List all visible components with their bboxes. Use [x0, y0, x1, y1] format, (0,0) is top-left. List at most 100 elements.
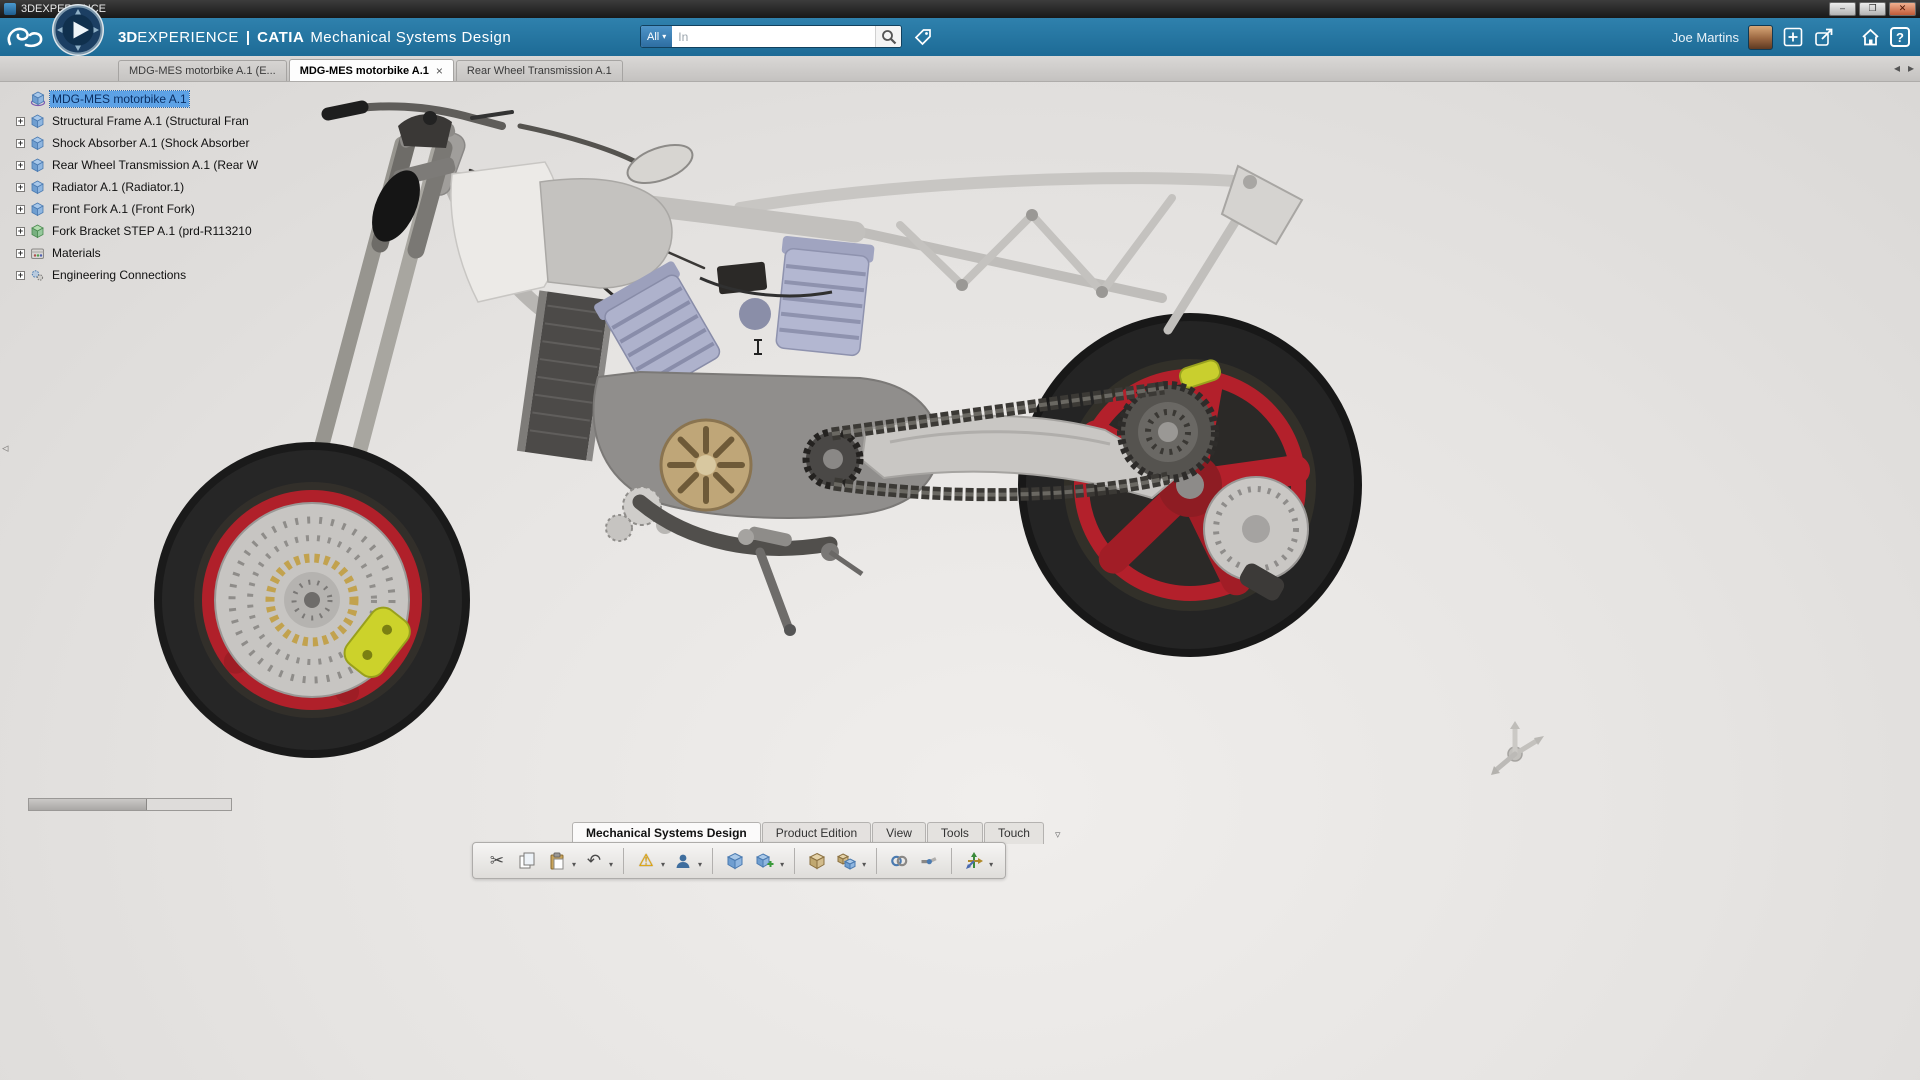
tree-item-label: Shock Absorber A.1 (Shock Absorber — [50, 135, 251, 151]
doc-tab-label: MDG-MES motorbike A.1 — [300, 65, 429, 77]
ibeam-cursor — [752, 338, 764, 361]
window-app-icon — [4, 3, 16, 15]
horizontal-scrollbar[interactable] — [28, 798, 232, 811]
product-icon — [30, 179, 46, 195]
toolbar-separator — [876, 848, 877, 874]
panel-collapse-chevron-icon[interactable]: ◃ — [2, 440, 9, 456]
paste-dropdown-caret-icon[interactable]: ▾ — [572, 860, 576, 869]
search-input[interactable] — [672, 30, 875, 44]
move-dropdown-caret-icon[interactable]: ▾ — [989, 860, 993, 869]
tree-item-label: Materials — [50, 245, 103, 261]
joint-icon — [920, 852, 938, 870]
share-button[interactable] — [1813, 26, 1835, 48]
tree-item-rear-wheel-transmission[interactable]: + Rear Wheel Transmission A.1 (Rear W — [16, 154, 258, 176]
update-button[interactable]: ⚠ — [632, 846, 660, 875]
person-icon — [674, 852, 692, 870]
ribbon-collapse-icon[interactable]: ▿ — [1055, 828, 1061, 844]
brand-catia: CATIA — [257, 29, 304, 46]
move-manipulate-button[interactable] — [960, 846, 988, 875]
motorbike-model[interactable] — [0, 82, 1920, 1080]
expand-icon[interactable]: + — [16, 139, 25, 148]
rear-wheel[interactable] — [1018, 313, 1362, 657]
cut-button[interactable]: ✂ — [483, 846, 511, 875]
tree-item-structural-frame[interactable]: + Structural Frame A.1 (Structural Fran — [16, 110, 258, 132]
avatar[interactable] — [1748, 25, 1773, 50]
user-area: Joe Martins ? — [1672, 18, 1910, 56]
insert-parts-button[interactable] — [833, 846, 861, 875]
search-button[interactable] — [875, 26, 901, 47]
expand-icon[interactable]: + — [16, 271, 25, 280]
parts-dropdown-caret-icon[interactable]: ▾ — [862, 860, 866, 869]
paste-button[interactable] — [543, 846, 571, 875]
home-icon — [1860, 27, 1881, 47]
tree-item-fork-bracket-step[interactable]: + Fork Bracket STEP A.1 (prd-R113210 — [16, 220, 258, 242]
tree-item-root[interactable]: MDG-MES motorbike A.1 — [16, 88, 258, 110]
undo-button[interactable]: ↶ — [580, 846, 608, 875]
toolbar-separator — [951, 848, 952, 874]
search-box[interactable]: All ▾ — [640, 25, 902, 48]
tag-button[interactable] — [912, 26, 934, 48]
document-tabbar: MDG-MES motorbike A.1 (E... MDG-MES moto… — [0, 56, 1920, 82]
front-wheel[interactable] — [154, 442, 470, 758]
product-icon — [30, 157, 46, 173]
ribbon-tab-mechanical-systems-design[interactable]: Mechanical Systems Design — [572, 822, 761, 844]
tree-item-radiator[interactable]: + Radiator A.1 (Radiator.1) — [16, 176, 258, 198]
new-product-button[interactable] — [751, 846, 779, 875]
undo-icon: ↶ — [587, 851, 601, 871]
ribbon-tab-touch[interactable]: Touch — [984, 822, 1044, 844]
home-button[interactable] — [1859, 26, 1881, 48]
add-content-button[interactable] — [1782, 26, 1804, 48]
update-dropdown-caret-icon[interactable]: ▾ — [661, 860, 665, 869]
move-axis-icon — [964, 851, 984, 871]
insert-product-button[interactable] — [721, 846, 749, 875]
chevron-down-icon: ▾ — [662, 32, 666, 41]
ribbon-tab-tools[interactable]: Tools — [927, 822, 983, 844]
3dexperience-compass-icon[interactable] — [50, 2, 106, 63]
maximize-button[interactable]: ❐ — [1859, 2, 1886, 16]
collaboration-dropdown-caret-icon[interactable]: ▾ — [698, 860, 702, 869]
view-navigation-widget-icon[interactable] — [1482, 714, 1548, 785]
3d-viewport[interactable]: MDG-MES motorbike A.1 + Structural Frame… — [0, 82, 1920, 1080]
search-filter-dropdown[interactable]: All ▾ — [641, 26, 672, 47]
tree-item-engineering-connections[interactable]: + Engineering Connections — [16, 264, 258, 286]
product-dropdown-caret-icon[interactable]: ▾ — [780, 860, 784, 869]
app-header: 3DEXPERIENCE | CATIA Mechanical Systems … — [0, 18, 1920, 56]
tree-item-materials[interactable]: + Materials — [16, 242, 258, 264]
tree-item-label: Rear Wheel Transmission A.1 (Rear W — [50, 157, 260, 173]
collaboration-button[interactable] — [669, 846, 697, 875]
ribbon-tab-view[interactable]: View — [872, 822, 926, 844]
tree-item-label: Engineering Connections — [50, 267, 188, 283]
dassault-3ds-logo-icon — [6, 24, 46, 55]
help-button[interactable]: ? — [1890, 27, 1910, 47]
engineering-connection-button[interactable] — [885, 846, 913, 875]
root-product-icon — [30, 91, 46, 107]
expand-icon[interactable]: + — [16, 227, 25, 236]
mechanism-joint-button[interactable] — [915, 846, 943, 875]
scrollbar-thumb[interactable] — [29, 799, 147, 810]
tab-scroll-right-icon[interactable]: ▸ — [1908, 61, 1914, 75]
ribbon-tab-product-edition[interactable]: Product Edition — [762, 822, 871, 844]
window-controls: – ❐ ✕ — [1829, 2, 1920, 16]
doc-tab-motorbike-explore[interactable]: MDG-MES motorbike A.1 (E... — [118, 60, 287, 81]
tree-item-front-fork[interactable]: + Front Fork A.1 (Front Fork) — [16, 198, 258, 220]
expand-icon[interactable]: + — [16, 117, 25, 126]
part-cube-icon — [808, 852, 826, 870]
expand-icon[interactable]: + — [16, 161, 25, 170]
doc-tab-label: MDG-MES motorbike A.1 (E... — [129, 65, 276, 77]
paste-icon — [548, 852, 566, 870]
doc-tab-motorbike-active[interactable]: MDG-MES motorbike A.1 × — [289, 59, 454, 81]
product-icon — [30, 113, 46, 129]
tree-item-label: Radiator A.1 (Radiator.1) — [50, 179, 186, 195]
doc-tab-rear-wheel-transmission[interactable]: Rear Wheel Transmission A.1 — [456, 60, 623, 81]
close-button[interactable]: ✕ — [1889, 2, 1916, 16]
tree-item-shock-absorber[interactable]: + Shock Absorber A.1 (Shock Absorber — [16, 132, 258, 154]
minimize-button[interactable]: – — [1829, 2, 1856, 16]
expand-icon[interactable]: + — [16, 205, 25, 214]
copy-button[interactable] — [513, 846, 541, 875]
tab-scroll-left-icon[interactable]: ◂ — [1894, 61, 1900, 75]
insert-part-button[interactable] — [803, 846, 831, 875]
expand-icon[interactable]: + — [16, 249, 25, 258]
undo-dropdown-caret-icon[interactable]: ▾ — [609, 860, 613, 869]
expand-icon[interactable]: + — [16, 183, 25, 192]
close-icon[interactable]: × — [436, 66, 443, 76]
